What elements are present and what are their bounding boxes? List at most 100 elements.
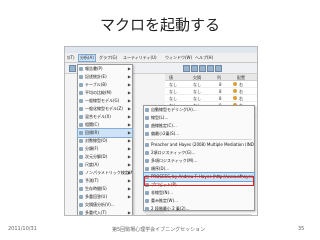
submenu-arrow-icon: ▶ (127, 194, 131, 199)
regression-menu-item-label: 線型(L)... (151, 115, 169, 120)
analyze-menu-item[interactable]: ノンパラメトリック検定(N) ▶ (78, 169, 132, 177)
menu-item-icon (79, 211, 83, 215)
slide-title: マクロを起動する (99, 16, 220, 34)
submenu-arrow-icon: ▶ (127, 106, 131, 111)
regression-menu-item[interactable]: 曲線推定(C)... (144, 122, 254, 130)
menu-item-icon (79, 67, 83, 71)
regression-menu-item[interactable]: 偏最小2乗(S)... (144, 130, 254, 138)
footer-event: 第5回駒場心理学会イブニングセッション (112, 227, 206, 233)
menu-item-icon (79, 139, 83, 143)
menu-item-icon (145, 151, 149, 155)
menu-item-icon (79, 115, 83, 119)
menu-item-icon (145, 167, 149, 171)
submenu-arrow-icon: ▶ (127, 130, 131, 135)
submenu-arrow-icon: ▶ (127, 210, 131, 215)
analyze-menu-item[interactable]: テーブル(B) ▶ (78, 81, 132, 89)
submenu-arrow-icon: ▶ (127, 66, 131, 71)
analyze-menu-item[interactable]: 欠損値分析(V)... (78, 201, 132, 209)
regression-menu-item-label: 2 段階最小 2 乗(2)... (151, 206, 190, 211)
menu-window[interactable]: ウィンドウ(W) (165, 55, 192, 61)
menu-transform[interactable]: ｶ(T) (67, 55, 75, 61)
regression-menu-item[interactable]: 2 段階最小 2 乗(2)... (144, 205, 254, 213)
analyze-menu-item[interactable]: 回帰(R) ▶ (77, 128, 133, 138)
page-number: 35 (298, 226, 305, 232)
menu-help[interactable]: ヘルプ(H) (195, 55, 213, 61)
analyze-menu-item[interactable]: 生存時間(S) ▶ (78, 185, 132, 193)
menu-analyze[interactable]: 分析(A) (78, 54, 96, 62)
regression-menu-item-label: 順序(D)... (151, 166, 170, 171)
analyze-menu-item-label: テーブル(B) (85, 82, 107, 87)
regression-menu-item[interactable]: 非線型(N)... (144, 189, 254, 197)
analyze-menu-item[interactable]: 報告書(P) ▶ (78, 65, 132, 73)
menu-utilities[interactable]: ユーティリティ(U) (123, 55, 157, 61)
menu-graphs[interactable]: グラフ(G) (99, 55, 117, 61)
analyze-menu-item-label: 多重代入(T) (85, 210, 107, 215)
annotation-highlight-box (144, 176, 254, 186)
open-icon[interactable] (69, 65, 76, 72)
menu-item-icon (79, 83, 83, 87)
regression-menu-item[interactable]: Preacher and Hayes (2008) Multiple Media… (144, 141, 254, 149)
insert-variable-icon[interactable] (199, 65, 206, 72)
analyze-menu-item-label: 生存時間(S) (85, 186, 107, 191)
analyze-menu-item[interactable]: 分類(F) ▶ (78, 145, 132, 153)
weight-cases-icon[interactable] (215, 65, 222, 72)
analyze-menu-item[interactable]: 多重回答(U) ▶ (78, 193, 132, 201)
regression-menu-item[interactable]: 多項ロジスティック(M)... (144, 157, 254, 165)
submenu-arrow-icon: ▶ (127, 170, 131, 175)
insert-case-icon[interactable] (191, 65, 198, 72)
menu-item-icon (79, 187, 83, 191)
regression-menu-item-label: 曲線推定(C)... (151, 123, 177, 128)
analyze-menu-item[interactable]: 多重代入(T) ▶ (78, 209, 132, 215)
submenu-arrow-icon: ▶ (127, 74, 131, 79)
menu-item-icon (145, 199, 149, 203)
submenu-arrow-icon: ▶ (127, 162, 131, 167)
regression-menu-item[interactable]: 順序(D)... (144, 165, 254, 173)
regression-menu-item[interactable]: 2項ロジスティック(G)... (144, 149, 254, 157)
menu-separator (146, 214, 252, 215)
find-icon[interactable] (183, 65, 190, 72)
analyze-menu-item[interactable]: 対数線型(O) ▶ (78, 137, 132, 145)
footer-date: 2011/10/31 (8, 226, 37, 232)
grid-header: 値 欠損 列 配置 (165, 74, 257, 81)
menu-item-icon (79, 163, 83, 167)
table-row[interactable]: なし なし 8 右 (165, 95, 257, 102)
regression-menu-item[interactable]: 自動線型モデリング(A)... (144, 106, 254, 114)
regression-menu-item-label: 多項ロジスティック(M)... (151, 158, 198, 163)
menu-item-icon (145, 191, 149, 195)
analyze-menu-item[interactable]: 混合モデル(X) ▶ (78, 113, 132, 121)
submenu-arrow-icon: ▶ (127, 146, 131, 151)
regression-menu-item-label: 2項ロジスティック(G)... (151, 150, 196, 155)
submenu-arrow-icon: ▶ (127, 90, 131, 95)
menu-separator (146, 139, 252, 140)
analyze-menu-item[interactable]: 次元分解(D) ▶ (78, 153, 132, 161)
table-row[interactable]: なし なし 8 右 (165, 81, 257, 88)
analyze-menu-item[interactable]: 平均の比較(M) ▶ (78, 89, 132, 97)
regression-menu-item[interactable]: 線型(L)... (144, 114, 254, 122)
analyze-menu-item[interactable]: 予測(T) ▶ (78, 177, 132, 185)
analyze-menu-item[interactable]: 尺度(A) ▶ (78, 161, 132, 169)
split-file-icon[interactable] (207, 65, 214, 72)
submenu-arrow-icon: ▶ (127, 178, 131, 183)
cell-columns: 8 (219, 96, 222, 101)
analyze-menu-item[interactable]: 相関(C) ▶ (78, 121, 132, 129)
regression-menu-item[interactable]: 重み推定(W)... (144, 197, 254, 205)
menu-item-icon (79, 123, 83, 127)
menu-item-icon (145, 143, 149, 147)
analyze-menu-item-label: 報告書(P) (85, 66, 103, 71)
submenu-arrow-icon: ▶ (127, 114, 131, 119)
analyze-menu-item-label: 多重回答(U) (85, 194, 108, 199)
submenu-arrow-icon: ▶ (127, 122, 131, 127)
analyze-menu-item[interactable]: 一般化線型モデル(Z) ▶ (78, 105, 132, 113)
analyze-menu-item-label: 一般線型モデル(G) (85, 98, 120, 103)
menu-item-icon (79, 195, 83, 199)
analyze-menu-item[interactable]: 記述統計(E) ▶ (78, 73, 132, 81)
regression-menu-item-label: 偏最小2乗(S)... (151, 131, 180, 136)
menubar: ｶ(T) 分析(A) グラフ(G) ユーティリティ(U) ウィンドウ(W) ヘル… (65, 53, 257, 63)
analyze-menu-item-label: 尺度(A) (85, 162, 99, 167)
table-row[interactable]: なし なし 8 右 (165, 88, 257, 95)
align-right-icon (233, 82, 237, 86)
analyze-menu-item-label: 分類(F) (85, 146, 99, 151)
analyze-menu-item[interactable]: 一般線型モデル(G) ▶ (78, 97, 132, 105)
submenu-arrow-icon: ▶ (127, 82, 131, 87)
submenu-arrow-icon: ▶ (127, 138, 131, 143)
